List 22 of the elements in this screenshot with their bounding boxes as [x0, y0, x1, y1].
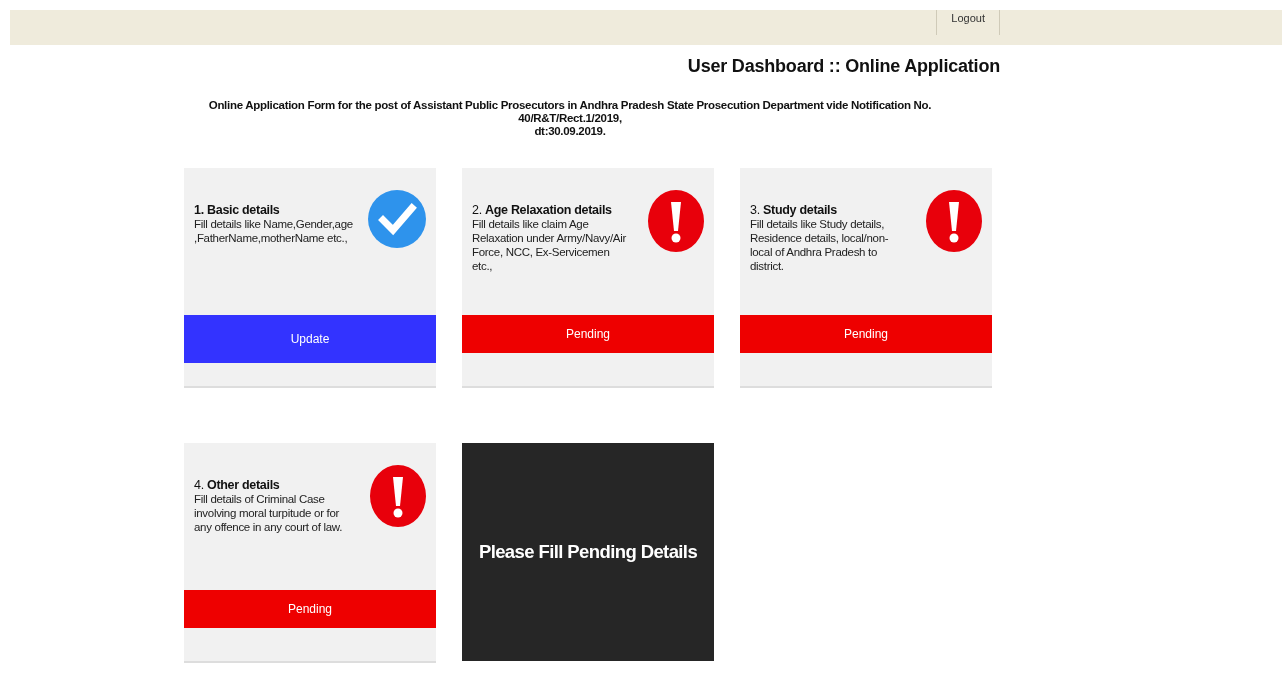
checkmark-icon — [368, 190, 426, 248]
card-title: 2. Age Relaxation details — [472, 203, 613, 217]
card-title: 4. Other details — [194, 478, 281, 492]
logout-link[interactable]: Logout — [936, 10, 1000, 35]
exclamation-icon — [926, 190, 982, 252]
pending-button[interactable]: Pending — [184, 590, 436, 628]
page-heading: User Dashboard :: Online Application — [686, 56, 1000, 77]
card-description: Fill details like Name,Gender,age ,FatherName,motherName etc., — [194, 217, 354, 245]
card-title: 1. Basic details — [194, 203, 281, 217]
pending-button[interactable]: Pending — [740, 315, 992, 353]
exclamation-icon — [370, 465, 426, 527]
notice-text: Online Application Form for the post of Assistant Public Prosecutors in Andhra Pradesh State Prosecution Department vide Notification No. — [207, 99, 933, 112]
card-description: Fill details of Criminal Case involving moral turpitude or for any offence in any court of law. — [194, 492, 344, 534]
notice-text: 40/R&T/Rect.1/2019, — [517, 112, 623, 125]
message-panel: Please Fill Pending Details — [462, 443, 714, 661]
exclamation-icon — [648, 190, 704, 252]
card-title: 3. Study details — [750, 203, 838, 217]
card-description: Fill details like Study details, Residence details, local/non-local of Andhra Pradesh to district. — [750, 217, 890, 273]
card-description: Fill details like claim Age Relaxation under Army/Navy/Air Force, NCC, Ex-Servicemen etc., — [472, 217, 627, 273]
notice-text: dt:30.09.2019. — [533, 125, 607, 138]
pending-button[interactable]: Pending — [462, 315, 714, 353]
update-button[interactable]: Update — [184, 315, 436, 363]
